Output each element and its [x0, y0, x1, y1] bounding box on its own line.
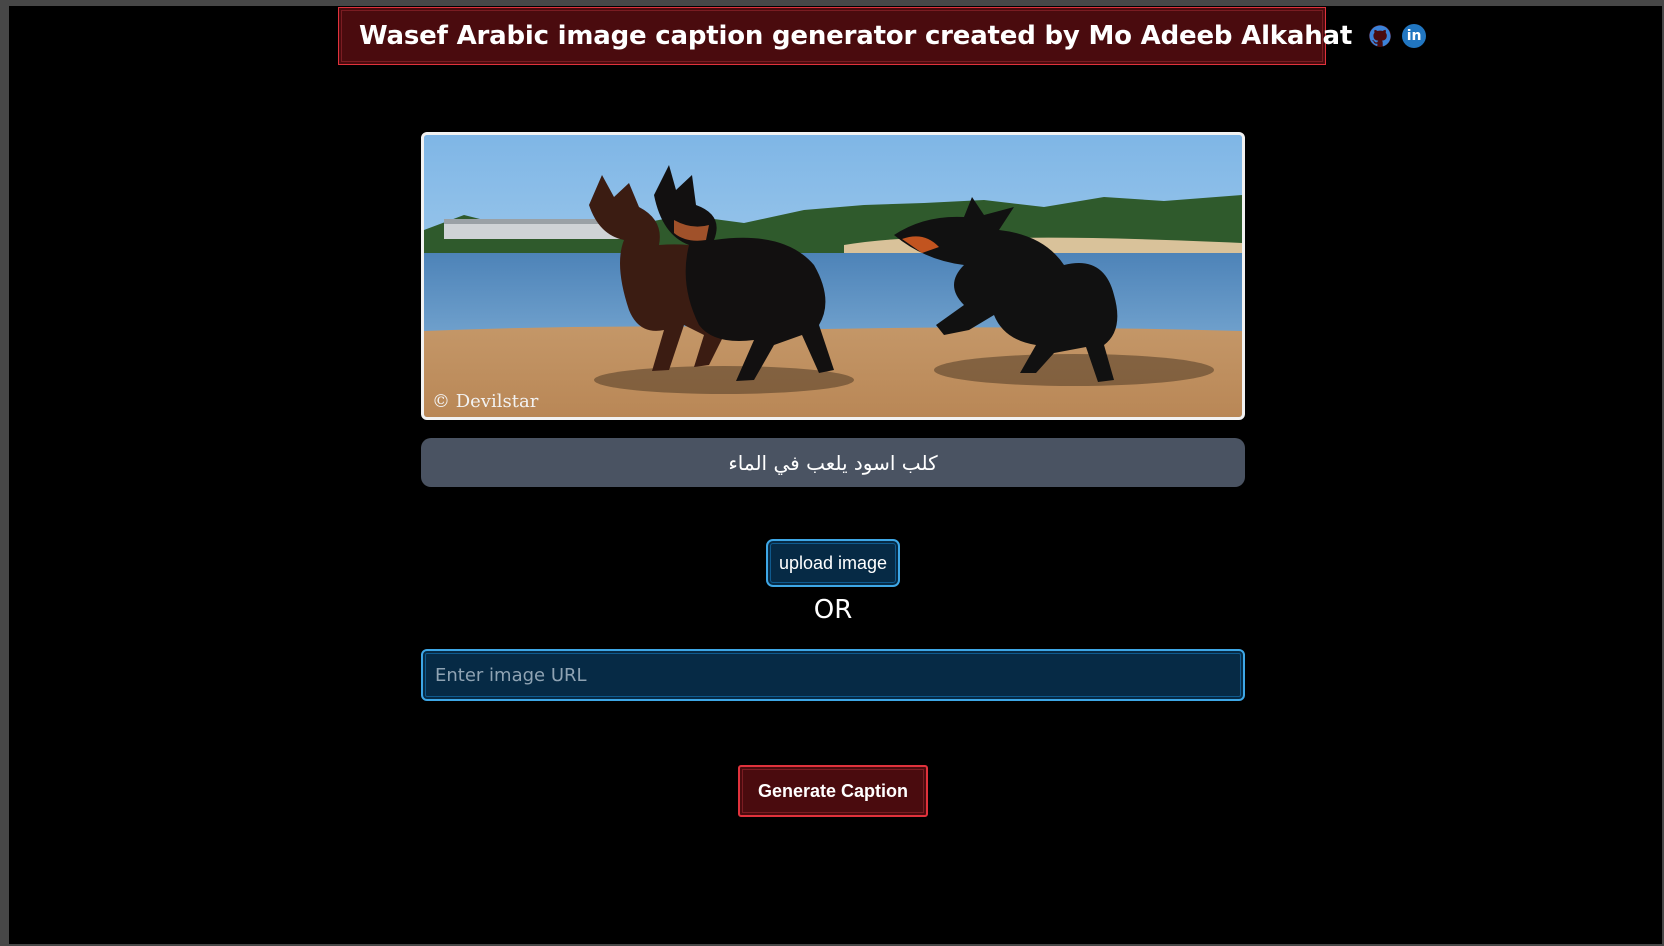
linkedin-icon[interactable]: in	[1402, 24, 1427, 48]
page-header: Wasef Arabic image caption generator cre…	[338, 7, 1427, 65]
page-title: Wasef Arabic image caption generator cre…	[359, 21, 1353, 51]
caption-text: كلب اسود يلعب في الماء	[728, 450, 938, 475]
image-url-input[interactable]	[421, 649, 1245, 701]
or-separator: OR	[813, 595, 853, 625]
github-icon[interactable]	[1368, 24, 1392, 48]
caption-output: كلب اسود يلعب في الماء	[421, 438, 1245, 487]
image-preview: © Devilstar	[421, 132, 1245, 420]
generate-caption-button[interactable]: Generate Caption	[738, 765, 928, 817]
watermark: © Devilstar	[432, 391, 539, 412]
dogs-photo: © Devilstar	[424, 135, 1242, 417]
upload-image-button[interactable]: upload image	[766, 539, 900, 587]
linkedin-icon-text: in	[1406, 28, 1422, 44]
social-links: in	[1368, 24, 1427, 48]
